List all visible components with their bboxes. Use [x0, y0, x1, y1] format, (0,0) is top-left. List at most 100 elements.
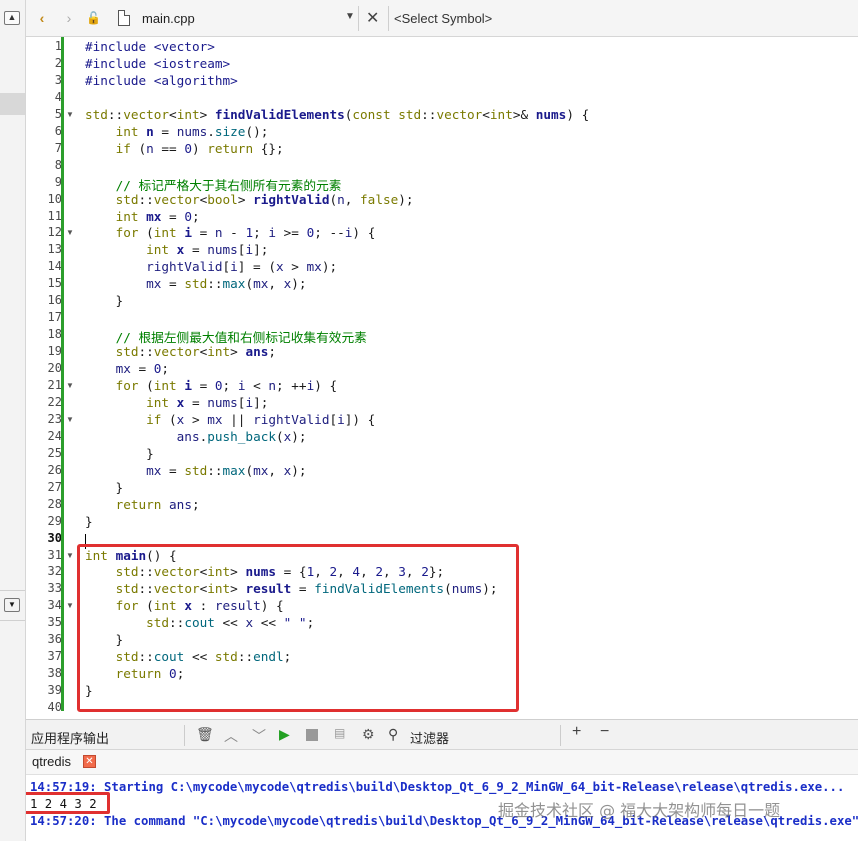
selected-sidebar-row[interactable] — [0, 93, 25, 115]
code-line[interactable]: std::vector<bool> rightValid(n, false); — [85, 192, 414, 207]
line-number: 38 — [47, 666, 62, 681]
code-line[interactable]: return ans; — [85, 497, 200, 512]
code-line[interactable]: mx = std::max(mx, x); — [85, 276, 306, 291]
line-number: 18 — [47, 327, 62, 342]
code-line[interactable]: } — [85, 480, 124, 495]
line-number: 1 — [54, 39, 62, 53]
line-number: 8 — [54, 157, 62, 172]
left-sidebar-strip: ▲ ▼ — [0, 0, 26, 841]
fold-arrow-icon[interactable]: ▼ — [66, 381, 74, 390]
code-line[interactable]: std::vector<int> ans; — [85, 344, 276, 359]
application-output: 14:57:19: Starting C:\mycode\mycode\qtre… — [26, 775, 858, 841]
code-line[interactable]: int x = nums[i]; — [85, 242, 268, 257]
back-arrow-icon[interactable]: ‹ — [34, 9, 50, 27]
code-line[interactable]: mx = std::max(mx, x); — [85, 463, 306, 478]
fold-arrow-icon[interactable]: ▼ — [66, 228, 74, 237]
line-number: 14 — [47, 259, 62, 274]
line-number: 11 — [47, 208, 62, 223]
zoom-in-icon[interactable]: + — [572, 723, 581, 741]
code-line[interactable]: } — [85, 446, 154, 461]
code-line[interactable]: #include <vector> — [85, 39, 215, 54]
line-number: 4 — [54, 89, 62, 104]
line-number: 10 — [47, 191, 62, 206]
close-file-icon[interactable]: ✕ — [366, 8, 379, 28]
line-number: 21 — [47, 378, 62, 392]
code-line[interactable]: std::vector<int> findValidElements(const… — [85, 107, 589, 122]
line-number: 28 — [47, 496, 62, 511]
line-number: 5 — [54, 106, 62, 121]
line-number: 19 — [47, 344, 62, 359]
fold-arrow-icon[interactable]: ▼ — [66, 110, 74, 119]
line-number: 27 — [47, 479, 62, 494]
line-number: 34 — [47, 598, 62, 613]
line-number: 33 — [47, 581, 62, 596]
code-line[interactable]: #include <algorithm> — [85, 73, 238, 88]
file-dropdown-icon[interactable]: ▼ — [345, 11, 355, 22]
watermark-text: 掘金技术社区 @ 福大大架构师每日一题 — [498, 801, 781, 820]
line-number: 39 — [47, 683, 62, 698]
output-panel-toolbar: 应用程序输出 🗑 ︿ ﹀ ▶ ▤ ⚙ ⚲ 过滤器 + − — [26, 719, 858, 750]
code-line[interactable]: if (x > mx || rightValid[i]) { — [85, 412, 375, 427]
output-tab-qtredis[interactable]: qtredis — [32, 754, 71, 769]
lock-icon[interactable]: 🔓 — [86, 9, 101, 27]
line-number: 24 — [47, 428, 62, 443]
line-number: 22 — [47, 394, 62, 409]
main-function-highlight-box — [77, 544, 519, 712]
line-number: 26 — [47, 462, 62, 477]
fold-arrow-icon[interactable]: ▼ — [66, 601, 74, 610]
fold-arrow-icon[interactable]: ▼ — [66, 415, 74, 424]
result-highlight-box — [26, 792, 110, 814]
code-line[interactable]: int x = nums[i]; — [85, 395, 268, 410]
filter-input[interactable]: 过滤器 — [410, 728, 449, 747]
line-number: 6 — [54, 123, 62, 138]
fold-arrow-icon[interactable]: ▼ — [66, 551, 74, 560]
line-number: 30 — [47, 530, 62, 545]
line-number: 23 — [47, 411, 62, 426]
line-number: 37 — [47, 649, 62, 664]
code-line[interactable]: int mx = 0; — [85, 209, 200, 224]
code-line[interactable]: int n = nums.size(); — [85, 124, 269, 139]
line-number: 31 — [47, 547, 62, 562]
line-number: 29 — [47, 513, 62, 528]
fold-markers: ▼ ▼ ▼ ▼ ▼ ▼ — [62, 37, 76, 719]
line-number: 25 — [47, 445, 62, 460]
stop-icon[interactable] — [306, 729, 318, 741]
chevron-up-icon[interactable]: ︿ — [224, 726, 238, 746]
attach-debugger-icon[interactable]: ▤ — [334, 726, 345, 740]
close-tab-icon[interactable]: ✕ — [83, 755, 96, 768]
trash-icon[interactable]: 🗑 — [196, 726, 214, 743]
code-line[interactable]: mx = 0; — [85, 361, 169, 376]
sidebar-divider — [0, 590, 25, 591]
line-number: 17 — [47, 310, 62, 325]
line-number-gutter: 1 2 3 4 5 6 7 8 9 10 11 12 13 14 15 16 17 18 19 20 21 22 23 24 2… — [26, 37, 62, 719]
code-line[interactable]: if (n == 0) return {}; — [85, 141, 284, 156]
search-icon[interactable]: ⚲ — [388, 726, 398, 743]
code-line[interactable]: } — [85, 514, 93, 529]
zoom-out-icon[interactable]: − — [600, 723, 609, 741]
collapse-down-icon[interactable]: ▼ — [4, 598, 20, 612]
line-number: 12 — [47, 225, 62, 240]
line-number: 13 — [47, 242, 62, 257]
line-number: 32 — [47, 564, 62, 579]
line-number: 36 — [47, 632, 62, 647]
code-line[interactable]: rightValid[i] = (x > mx); — [85, 259, 337, 274]
line-number: 35 — [47, 615, 62, 630]
gear-icon[interactable]: ⚙ — [362, 726, 375, 743]
sidebar-divider-2 — [0, 620, 25, 621]
code-line[interactable]: for (int i = 0; i < n; ++i) { — [85, 378, 338, 393]
collapse-up-icon[interactable]: ▲ — [4, 11, 20, 25]
line-number: 20 — [47, 361, 62, 376]
code-line[interactable]: } — [85, 293, 124, 308]
symbol-selector[interactable]: <Select Symbol> — [394, 11, 492, 26]
run-icon[interactable]: ▶ — [279, 726, 290, 743]
chevron-down-icon[interactable]: ﹀ — [252, 726, 266, 746]
code-line[interactable]: ans.push_back(x); — [85, 429, 307, 444]
code-line[interactable]: #include <iostream> — [85, 56, 230, 71]
editor-toolbar: ‹ › 🔓 main.cpp ▼ ✕ <Select Symbol> — [26, 0, 858, 37]
code-line[interactable]: for (int i = n - 1; i >= 0; --i) { — [85, 225, 376, 240]
code-editor[interactable]: 1 2 3 4 5 6 7 8 9 10 11 12 13 14 15 16 17 18 19 20 21 22 23 24 2… — [26, 37, 858, 719]
line-number: 2 — [54, 55, 62, 70]
forward-arrow-icon[interactable]: › — [62, 9, 76, 27]
toolbar-divider — [184, 725, 185, 746]
open-file-name[interactable]: main.cpp — [142, 11, 195, 26]
